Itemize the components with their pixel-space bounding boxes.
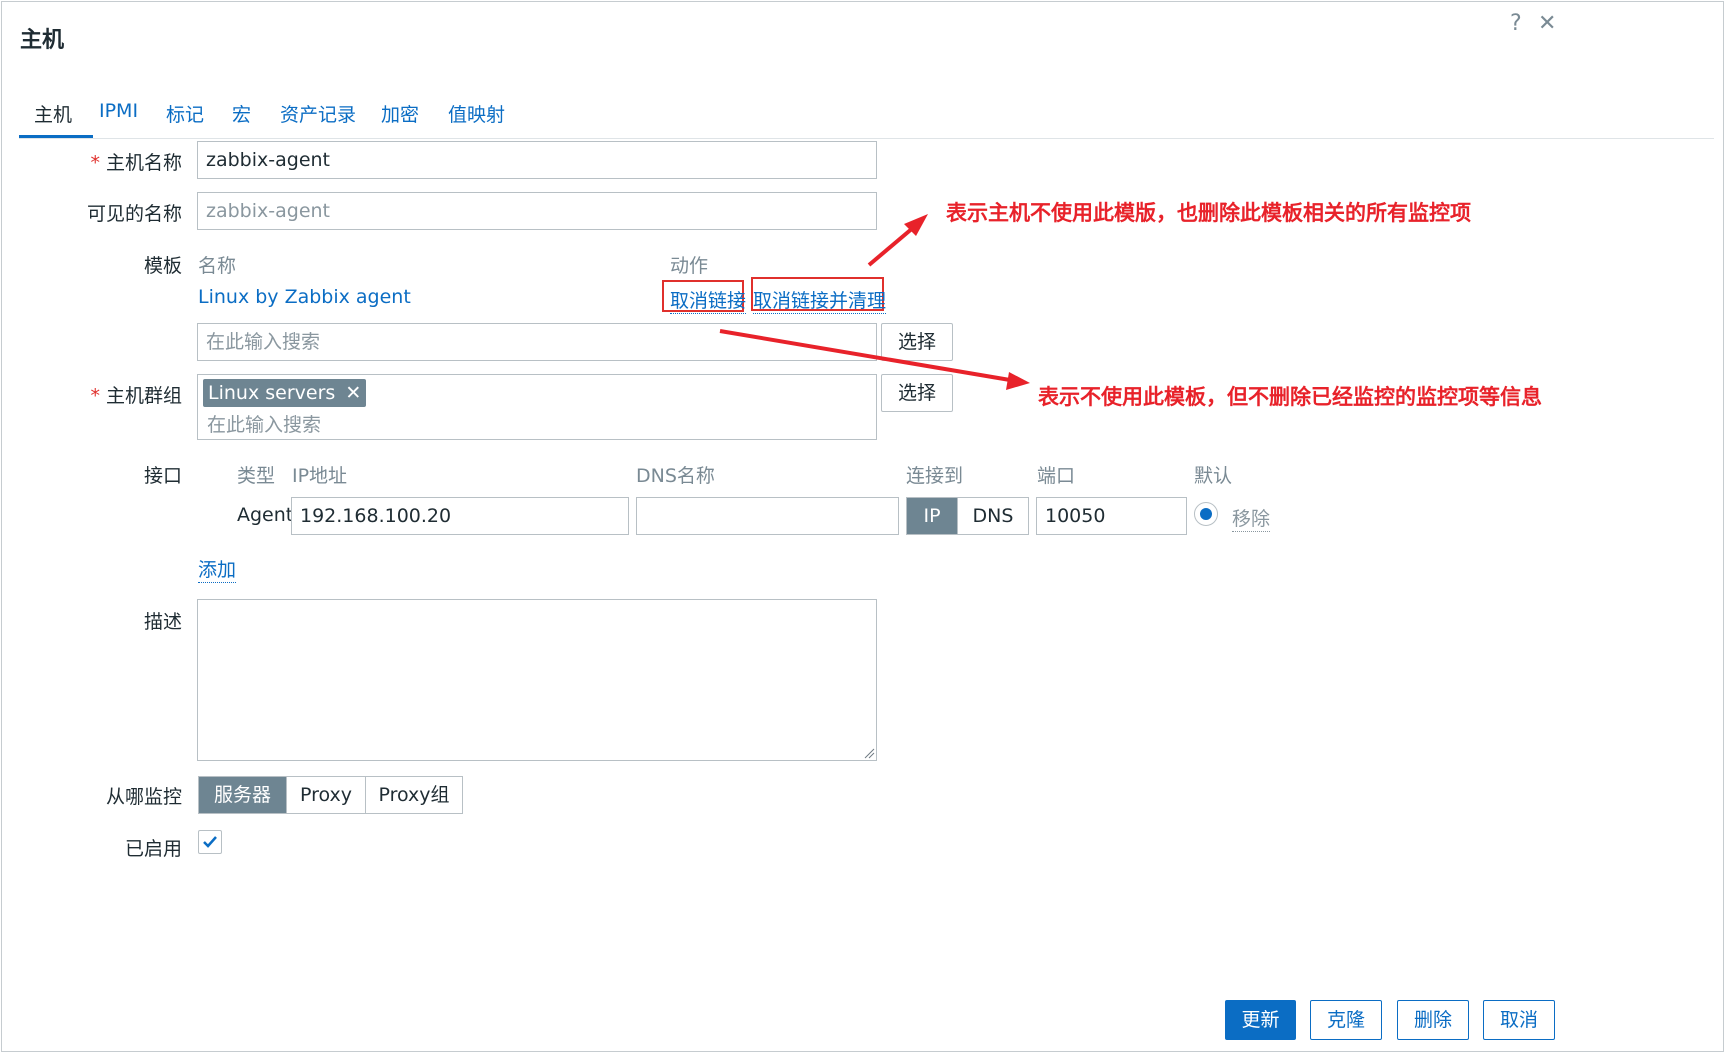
unlink-clear-annotation: 表示主机不使用此模版，也删除此模板相关的所有监控项: [946, 201, 1471, 225]
host-dialog: 主机 ? ✕ 主机 IPMI 标记 宏 资产记录 加密 值映射 * 主机名称 za…: [1, 1, 1724, 1052]
unlink-annotation: 表示不使用此模板，但不删除已经监控的监控项等信息: [1038, 385, 1542, 409]
cancel-button[interactable]: 取消: [1483, 1000, 1555, 1040]
annotation-arrows: [719, 214, 1030, 390]
update-button[interactable]: 更新: [1225, 1000, 1296, 1040]
delete-button[interactable]: 删除: [1397, 1000, 1469, 1040]
clone-button[interactable]: 克隆: [1310, 1000, 1382, 1040]
